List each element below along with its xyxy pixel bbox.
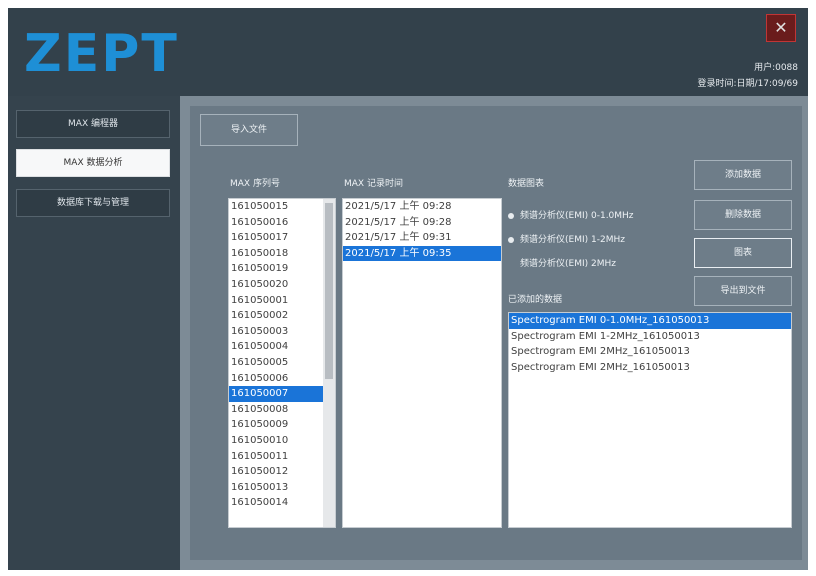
serial-scrollbar[interactable] bbox=[323, 199, 335, 527]
serial-scroll-thumb[interactable] bbox=[325, 203, 333, 379]
serial-list-item[interactable]: 161050010 bbox=[229, 433, 335, 449]
compare-list-title: 已添加的数据 bbox=[508, 295, 563, 305]
serial-list-item[interactable]: 161050006 bbox=[229, 371, 335, 387]
radio-dot-icon bbox=[508, 212, 514, 219]
serial-list-item[interactable]: 161050020 bbox=[229, 277, 335, 293]
chart-section-title: 数据图表 bbox=[508, 179, 545, 189]
chart-radio-option[interactable]: 频谱分析仪(EMI) 2MHz bbox=[508, 256, 616, 269]
serial-list-item[interactable]: 161050011 bbox=[229, 449, 335, 465]
radio-dot-icon bbox=[508, 236, 514, 243]
radio-dot-icon bbox=[508, 261, 514, 267]
radio-label: 频谱分析仪(EMI) 0-1.0MHz bbox=[520, 211, 634, 221]
app-logo: ZEPT bbox=[24, 24, 179, 84]
sidebar-item-programmer[interactable]: MAX 编程器 bbox=[16, 110, 170, 138]
record-list: 2021/5/17 上午 09:28 2021/5/17 上午 09:28 2021… bbox=[343, 199, 501, 262]
compare-list-item[interactable]: Spectrogram EMI 2MHz_161050013 bbox=[509, 360, 791, 376]
serial-list-item[interactable]: 161050002 bbox=[229, 308, 335, 324]
sidebar-item-database[interactable]: 数据库下载与管理 bbox=[16, 189, 170, 217]
record-list-item[interactable]: 2021/5/17 上午 09:35 bbox=[343, 245, 501, 262]
serial-list-item[interactable]: 161050013 bbox=[229, 480, 335, 496]
serial-list-item[interactable]: 161050018 bbox=[229, 246, 335, 262]
add-data-button[interactable]: 添加数据 bbox=[694, 160, 792, 190]
record-list-item[interactable]: 2021/5/17 上午 09:28 bbox=[343, 199, 501, 215]
serial-list-item[interactable]: 161050009 bbox=[229, 417, 335, 433]
serial-list-title: MAX 序列号 bbox=[230, 179, 280, 189]
delete-data-button[interactable]: 删除数据 bbox=[694, 200, 792, 230]
header-bar: ZEPT ✕ 用户:0088 登录时间:日期/17:09/69 bbox=[8, 8, 808, 96]
serial-list-item[interactable]: 161050003 bbox=[229, 324, 335, 340]
serial-list: 161050015 161050016 161050017 161050018 1610… bbox=[229, 199, 335, 511]
content-area: 导入文件 MAX 序列号 MAX 记录时间 数据图表 161050015 1610… bbox=[190, 106, 802, 560]
record-list-item[interactable]: 2021/5/17 上午 09:28 bbox=[343, 215, 501, 231]
radio-label: 频谱分析仪(EMI) 1-2MHz bbox=[520, 235, 625, 245]
serial-list-item[interactable]: 161050004 bbox=[229, 339, 335, 355]
import-file-button[interactable]: 导入文件 bbox=[200, 114, 298, 146]
serial-list-item[interactable]: 161050019 bbox=[229, 261, 335, 277]
sidebar-item-data-analysis[interactable]: MAX 数据分析 bbox=[16, 149, 170, 177]
serial-list-item[interactable]: 161050014 bbox=[229, 495, 335, 511]
chart-button[interactable]: 图表 bbox=[694, 238, 792, 268]
serial-list-item[interactable]: 161050015 bbox=[229, 199, 335, 215]
serial-list-item[interactable]: 161050005 bbox=[229, 355, 335, 371]
chart-radio-option[interactable]: 频谱分析仪(EMI) 1-2MHz bbox=[508, 232, 625, 245]
app-window: ZEPT ✕ 用户:0088 登录时间:日期/17:09/69 MAX 编程器 … bbox=[8, 8, 808, 570]
compare-list-item[interactable]: Spectrogram EMI 2MHz_161050013 bbox=[509, 344, 791, 360]
serial-list-item[interactable]: 161050016 bbox=[229, 215, 335, 231]
compare-list-item[interactable]: Spectrogram EMI 1-2MHz_161050013 bbox=[509, 329, 791, 345]
compare-listbox[interactable]: Spectrogram EMI 0-1.0MHz_161050013 Spectr… bbox=[508, 312, 792, 528]
main-panel: 导入文件 MAX 序列号 MAX 记录时间 数据图表 161050015 1610… bbox=[180, 96, 808, 570]
chart-radio-option[interactable]: 频谱分析仪(EMI) 0-1.0MHz bbox=[508, 208, 634, 221]
login-time: 登录时间:日期/17:09/69 bbox=[697, 79, 799, 89]
user-name: 用户:0088 bbox=[754, 63, 798, 73]
serial-list-item[interactable]: 161050012 bbox=[229, 464, 335, 480]
sidebar: MAX 编程器 MAX 数据分析 数据库下载与管理 bbox=[8, 96, 180, 570]
serial-list-item[interactable]: 161050008 bbox=[229, 402, 335, 418]
export-file-button[interactable]: 导出到文件 bbox=[694, 276, 792, 306]
serial-listbox[interactable]: 161050015 161050016 161050017 161050018 1610… bbox=[228, 198, 336, 528]
radio-label: 频谱分析仪(EMI) 2MHz bbox=[520, 259, 616, 269]
serial-list-item[interactable]: 161050017 bbox=[229, 230, 335, 246]
compare-list: Spectrogram EMI 0-1.0MHz_161050013 Spectr… bbox=[509, 313, 791, 375]
record-list-item[interactable]: 2021/5/17 上午 09:31 bbox=[343, 230, 501, 246]
serial-list-item[interactable]: 161050001 bbox=[229, 293, 335, 309]
record-listbox[interactable]: 2021/5/17 上午 09:28 2021/5/17 上午 09:28 2021… bbox=[342, 198, 502, 528]
record-list-title: MAX 记录时间 bbox=[344, 179, 403, 189]
serial-list-item[interactable]: 161050007 bbox=[229, 386, 335, 402]
close-button[interactable]: ✕ bbox=[766, 14, 796, 42]
compare-list-item[interactable]: Spectrogram EMI 0-1.0MHz_161050013 bbox=[509, 313, 791, 329]
user-info: 用户:0088 登录时间:日期/17:09/69 bbox=[698, 60, 799, 92]
